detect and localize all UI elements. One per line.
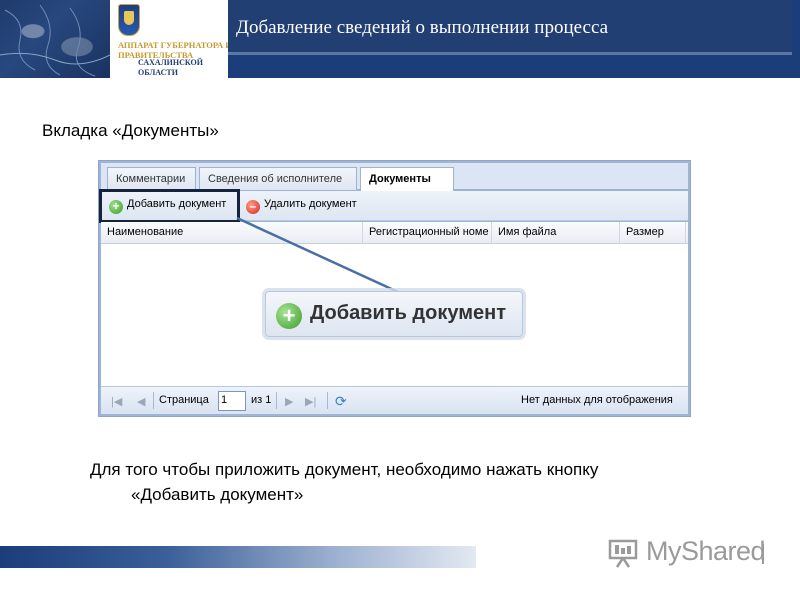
plus-icon: +	[276, 303, 302, 329]
footer-gradient-bar	[0, 546, 476, 568]
callout-add-document: + Добавить документ	[265, 291, 523, 337]
watermark-cursor	[762, 544, 764, 564]
myshared-watermark: MyShared	[646, 536, 766, 566]
instruction-text-line2: «Добавить документ»	[131, 485, 304, 504]
myshared-logo-icon	[608, 539, 638, 568]
instruction-text-line1: Для того чтобы приложить документ, необх…	[90, 460, 599, 479]
